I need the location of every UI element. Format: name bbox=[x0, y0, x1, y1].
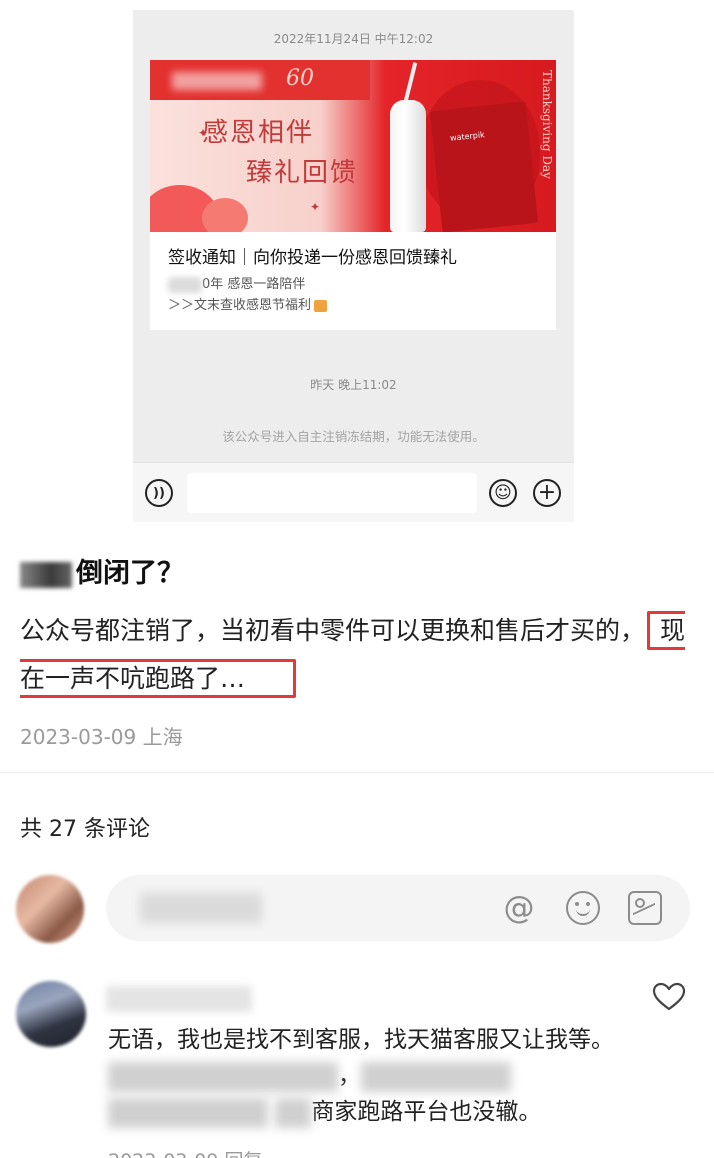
comment-text: 无语，我也是找不到客服，找天猫客服又让我等。， 商家跑路平台也没辙。 bbox=[108, 1022, 628, 1130]
banner-number: 60 bbox=[286, 66, 314, 91]
account-frozen-notice: 该公众号进入自主注销冻结期，功能无法使用。 bbox=[222, 429, 485, 444]
chat-screenshot: 2022年11月24日 中午12:02 60 ✦ ✦ 感恩相伴 臻礼回馈 wat… bbox=[133, 10, 574, 522]
banner-side-text: Thanksgiving Day bbox=[540, 70, 554, 179]
blurred-placeholder bbox=[140, 893, 262, 923]
plus-icon[interactable]: + bbox=[533, 479, 561, 507]
blurred-brand-name bbox=[20, 561, 72, 588]
chat-timestamp-mid: 昨天 晚上11:02 bbox=[310, 378, 397, 392]
comment-count: 共 27 条评论 bbox=[20, 817, 150, 842]
article-subtitle-1: 0年 感恩一路陪伴 bbox=[168, 273, 305, 293]
blurred-text bbox=[361, 1061, 511, 1092]
chat-text-field[interactable] bbox=[187, 473, 477, 513]
banner-headline-2: 臻礼回馈 bbox=[246, 158, 359, 188]
banner-headline-1: 感恩相伴 bbox=[202, 118, 315, 148]
blurred-username[interactable] bbox=[106, 986, 252, 1012]
comment-date: 2023-03-09 bbox=[108, 1150, 218, 1158]
heart-icon[interactable] bbox=[652, 982, 686, 1012]
post-body-text: 公众号都注销了，当初看中零件可以更换和售后才买的， bbox=[20, 616, 646, 645]
divider bbox=[0, 772, 714, 773]
blurred-text bbox=[275, 1097, 312, 1128]
gift-box-image bbox=[429, 101, 539, 232]
heart-decoration bbox=[202, 198, 248, 232]
blurred-text bbox=[108, 1097, 268, 1128]
image-icon[interactable] bbox=[628, 891, 662, 925]
my-avatar bbox=[16, 875, 84, 943]
gift-icon bbox=[314, 299, 328, 312]
sparkle-icon: ✦ bbox=[310, 200, 321, 214]
article-title: 签收通知｜向你投递一份感恩回馈臻礼 bbox=[168, 248, 457, 268]
water-flosser-image bbox=[390, 100, 426, 232]
emoji-icon[interactable] bbox=[566, 891, 600, 925]
blurred-logo bbox=[172, 72, 262, 90]
blurred-text bbox=[108, 1061, 338, 1092]
post-body: 公众号都注销了，当初看中零件可以更换和售后才买的， 现在一声不吭跑路了… bbox=[20, 607, 694, 703]
chat-input-bar: )) ☺ + bbox=[133, 462, 574, 522]
at-icon[interactable]: @ bbox=[502, 891, 536, 925]
blurred-text bbox=[168, 276, 202, 293]
post-location: 上海 bbox=[142, 725, 183, 749]
chat-timestamp-top: 2022年11月24日 中午12:02 bbox=[273, 32, 434, 46]
voice-icon[interactable]: )) bbox=[145, 479, 173, 507]
comment-input[interactable]: @ bbox=[106, 875, 690, 941]
avatar[interactable] bbox=[16, 981, 86, 1047]
post-date: 2023-03-09 bbox=[20, 725, 137, 749]
article-card[interactable]: 60 ✦ ✦ 感恩相伴 臻礼回馈 waterpik Thanksgiving D… bbox=[150, 60, 556, 330]
comment-footer: 2023-03-09 回复 bbox=[108, 1146, 262, 1158]
reply-link[interactable]: 回复 bbox=[224, 1150, 262, 1158]
article-banner: 60 ✦ ✦ 感恩相伴 臻礼回馈 waterpik Thanksgiving D… bbox=[150, 60, 556, 232]
article-subtitle-2: ＞＞文末查收感恩节福利 bbox=[168, 294, 328, 313]
post-meta: 2023-03-09 上海 bbox=[20, 721, 183, 750]
emoji-icon[interactable]: ☺ bbox=[489, 479, 517, 507]
post-title: 倒闭了？ bbox=[20, 551, 184, 590]
